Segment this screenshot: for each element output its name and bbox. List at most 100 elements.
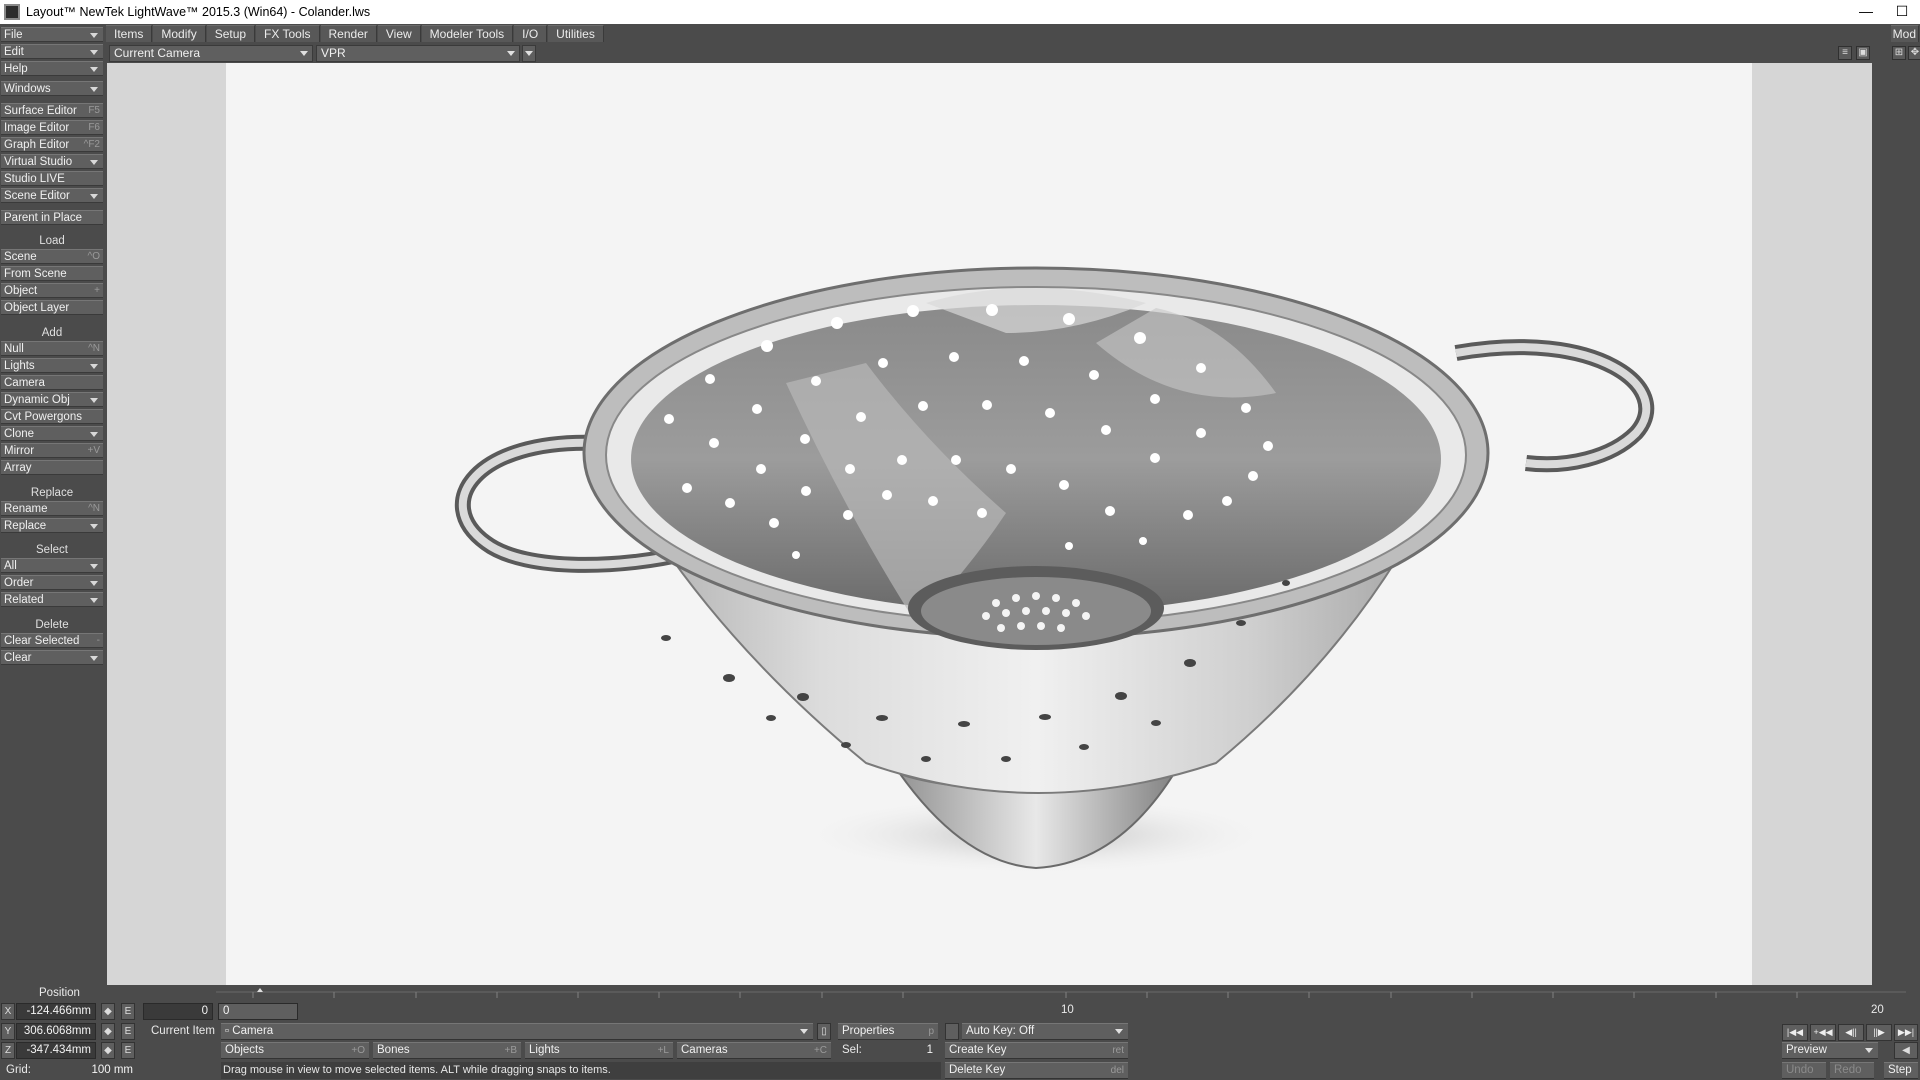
y-axis-toggle[interactable]: Y (1, 1023, 15, 1040)
x-envelope-button[interactable]: E (121, 1003, 135, 1020)
step-field[interactable]: Step (1884, 1062, 1918, 1079)
timeline-ruler (184, 986, 1920, 1020)
studio-live-button[interactable]: Studio LIVE (1, 171, 103, 186)
load-object-layer-button[interactable]: Object Layer (1, 300, 103, 315)
clear-selected-button[interactable]: Clear Selected - (1, 633, 103, 648)
file-menu[interactable]: File (1, 27, 103, 42)
clear-label: Clear (4, 651, 32, 664)
tab-items[interactable]: Items (106, 25, 153, 42)
start-frame-field[interactable]: 0 (143, 1003, 213, 1020)
list-icon[interactable]: ≡ (1838, 46, 1852, 60)
previous-key-icon[interactable]: +◀◀ (1810, 1024, 1836, 1041)
load-object-button[interactable]: Object + (1, 283, 103, 298)
bones-button[interactable]: Bones +B (373, 1042, 521, 1059)
windows-menu[interactable]: Windows (1, 81, 103, 96)
mirror-button[interactable]: Mirror +V (1, 443, 103, 458)
edit-menu[interactable]: Edit (1, 44, 103, 59)
select-related-button[interactable]: Related (1, 592, 103, 607)
chevron-down-icon (525, 51, 533, 56)
item-options-icon[interactable]: ▯ (817, 1023, 831, 1040)
load-scene-label: Scene (4, 250, 37, 263)
select-all-button[interactable]: All (1, 558, 103, 573)
auto-key-toggle-icon[interactable] (945, 1023, 959, 1040)
add-camera-button[interactable]: Camera (1, 375, 103, 390)
tab-io[interactable]: I/O (514, 25, 548, 42)
tab-modify[interactable]: Modify (153, 25, 206, 42)
step-forward-icon[interactable]: ||▶ (1866, 1024, 1892, 1041)
auto-key-select[interactable]: Auto Key: Off (962, 1023, 1128, 1040)
objects-button[interactable]: Objects +O (221, 1042, 369, 1059)
play-reverse-icon[interactable]: ◀ (1894, 1042, 1918, 1059)
x-position-field[interactable]: -124.466mm (16, 1003, 96, 1020)
virtual-studio-button[interactable]: Virtual Studio (1, 154, 103, 169)
load-scene-button[interactable]: Scene ^O (1, 249, 103, 264)
z-drag-icon[interactable]: ◆ (101, 1042, 115, 1059)
scene-editor-button[interactable]: Scene Editor (1, 188, 103, 203)
tab-view[interactable]: View (377, 25, 421, 42)
status-bar: Drag mouse in view to move selected item… (221, 1062, 941, 1079)
surface-editor-button[interactable]: Surface Editor F5 (1, 103, 103, 118)
go-to-end-icon[interactable]: ▶▶| (1894, 1024, 1918, 1041)
shortcut-label: ^N (88, 503, 100, 514)
properties-button[interactable]: Properties p (838, 1023, 938, 1040)
delete-key-button[interactable]: Delete Key del (945, 1062, 1128, 1079)
help-menu[interactable]: Help (1, 61, 103, 76)
timeline[interactable]: 0 0 10 20 (106, 986, 1920, 1020)
step-back-icon[interactable]: ◀|| (1838, 1024, 1864, 1041)
scene-editor-label: Scene Editor (4, 189, 70, 202)
render-options-dropdown[interactable] (522, 45, 536, 62)
viewport[interactable] (107, 63, 1872, 985)
current-item-select[interactable]: ▫ Camera (221, 1023, 813, 1040)
z-axis-toggle[interactable]: Z (1, 1042, 15, 1059)
load-from-scene-label: From Scene (4, 267, 67, 280)
chevron-down-icon (90, 581, 98, 586)
maximize-button[interactable]: ☐ (1884, 0, 1920, 24)
z-position-field[interactable]: -347.434mm (16, 1042, 96, 1059)
y-drag-icon[interactable]: ◆ (101, 1023, 115, 1040)
cameras-button[interactable]: Cameras +C (677, 1042, 831, 1059)
tab-utilities[interactable]: Utilities (548, 25, 604, 42)
y-position-field[interactable]: 306.6068mm (16, 1023, 96, 1040)
tab-setup[interactable]: Setup (206, 25, 256, 42)
redo-button[interactable]: Redo (1830, 1062, 1874, 1079)
minimize-button[interactable]: — (1848, 0, 1884, 24)
rename-button[interactable]: Rename ^N (1, 501, 103, 516)
z-envelope-button[interactable]: E (121, 1042, 135, 1059)
lights-button[interactable]: Lights +L (525, 1042, 673, 1059)
array-button[interactable]: Array (1, 460, 103, 475)
modeler-switch-button[interactable]: Mod (1890, 25, 1919, 42)
current-frame-slider[interactable]: 0 (218, 1003, 298, 1020)
create-key-button[interactable]: Create Key ret (945, 1042, 1128, 1059)
render-mode-label: VPR (321, 46, 346, 60)
undo-button[interactable]: Undo (1782, 1062, 1826, 1079)
tab-modeler-tools[interactable]: Modeler Tools (421, 25, 514, 42)
grid-size-field[interactable]: 100 mm (58, 1062, 138, 1079)
viewport-layout-icon[interactable]: ⊞ (1892, 46, 1906, 60)
save-icon[interactable]: ▣ (1856, 46, 1870, 60)
cvt-powergons-button[interactable]: Cvt Powergons (1, 409, 103, 424)
graph-editor-button[interactable]: Graph Editor ^F2 (1, 137, 103, 152)
move-view-icon[interactable]: ✥ (1908, 46, 1920, 60)
add-dynamic-obj-button[interactable]: Dynamic Obj (1, 392, 103, 407)
shortcut-label: p (928, 1026, 934, 1037)
tab-render[interactable]: Render (320, 25, 377, 42)
select-order-button[interactable]: Order (1, 575, 103, 590)
go-to-start-icon[interactable]: |◀◀ (1782, 1024, 1808, 1041)
replace-button[interactable]: Replace (1, 518, 103, 533)
render-mode-select[interactable]: VPR (316, 45, 520, 62)
view-type-select[interactable]: Current Camera (109, 45, 313, 62)
preview-select[interactable]: Preview (1782, 1042, 1878, 1059)
load-from-scene-button[interactable]: From Scene (1, 266, 103, 281)
clone-button[interactable]: Clone (1, 426, 103, 441)
vpr-render-area[interactable] (226, 63, 1752, 985)
parent-in-place-button[interactable]: Parent in Place (1, 210, 103, 225)
x-axis-toggle[interactable]: X (1, 1003, 15, 1020)
clear-button[interactable]: Clear (1, 650, 103, 665)
image-editor-button[interactable]: Image Editor F6 (1, 120, 103, 135)
add-lights-button[interactable]: Lights (1, 358, 103, 373)
select-related-label: Related (4, 593, 44, 606)
y-envelope-button[interactable]: E (121, 1023, 135, 1040)
add-null-button[interactable]: Null ^N (1, 341, 103, 356)
x-drag-icon[interactable]: ◆ (101, 1003, 115, 1020)
tab-fx-tools[interactable]: FX Tools (256, 25, 320, 42)
